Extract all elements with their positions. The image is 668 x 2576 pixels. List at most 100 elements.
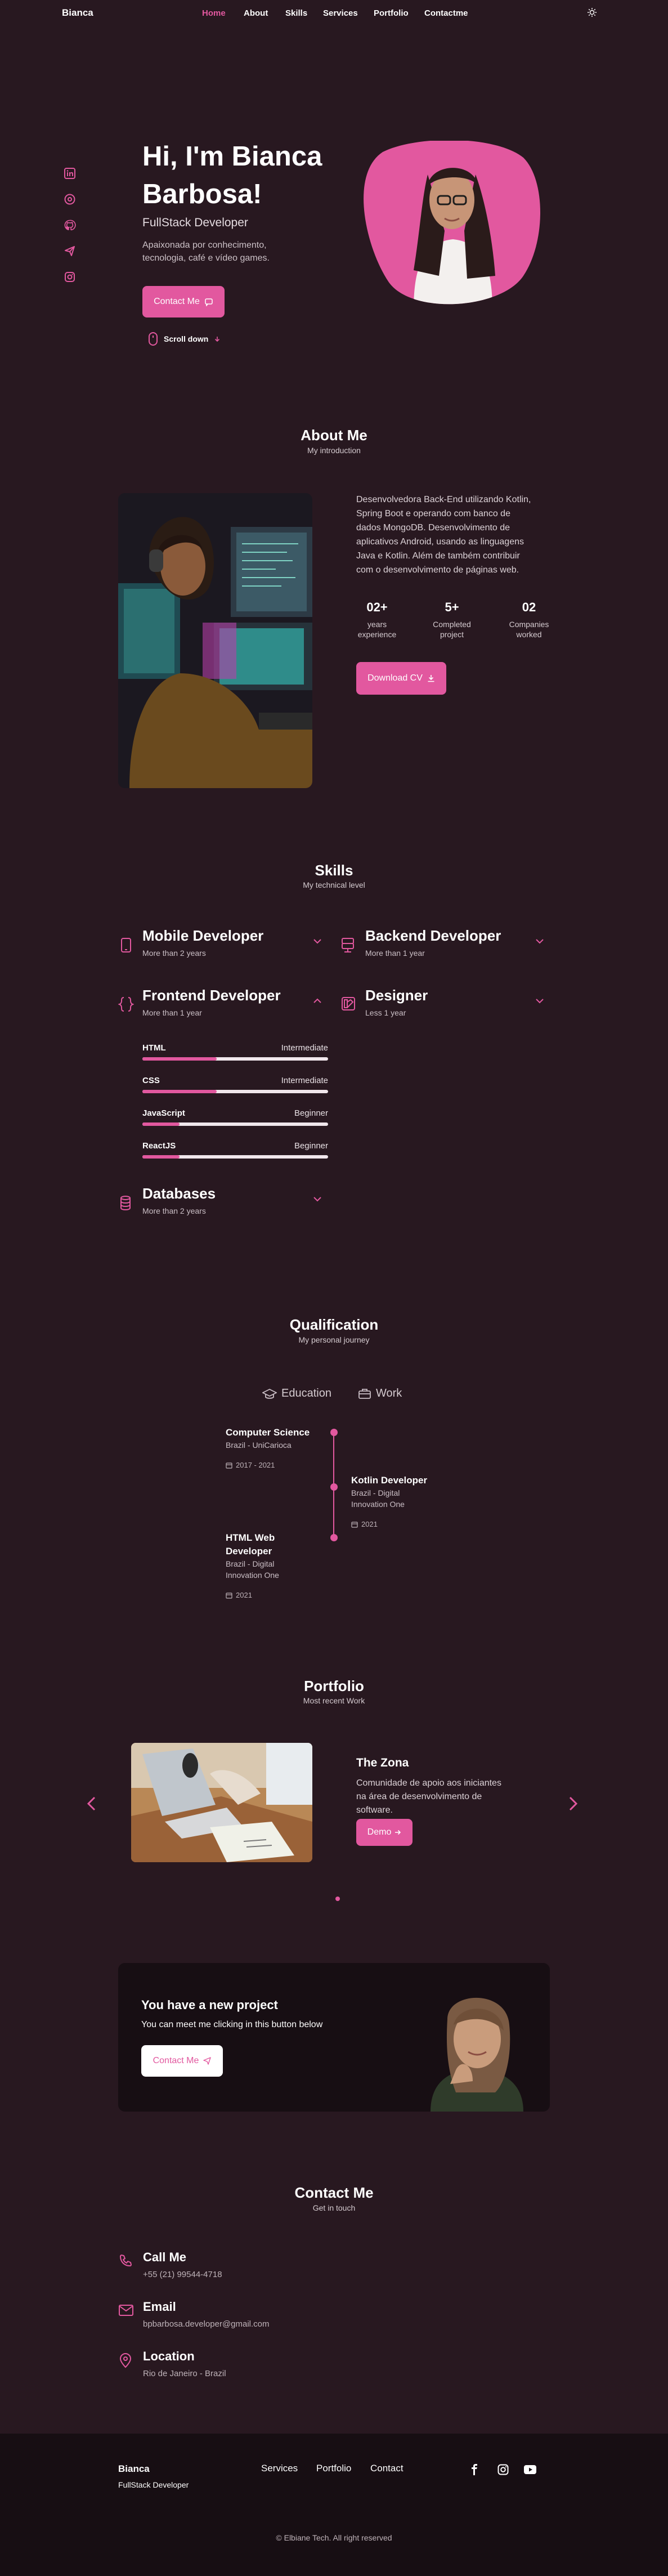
- site-header: Bianca Home About Skills Services Portfo…: [0, 0, 668, 25]
- smartphone-icon: [120, 937, 132, 953]
- qualification-item-title: Developer: [226, 1546, 272, 1557]
- contact-subtitle: Get in touch: [312, 2203, 356, 2212]
- skill-bar-fill: [142, 1122, 180, 1126]
- skill-group-databases[interactable]: Databases More than 2 years: [118, 1184, 326, 1218]
- skill-group-frontend[interactable]: Frontend Developer More than 1 year: [118, 986, 326, 1019]
- download-cv-button[interactable]: Download CV: [356, 662, 446, 695]
- footer-link-services[interactable]: Services: [261, 2463, 298, 2474]
- demo-button[interactable]: Demo: [356, 1819, 413, 1846]
- about-description: Desenvolvedora Back-End utilizando Kotli…: [356, 493, 531, 577]
- arrow-down-icon: [214, 336, 221, 342]
- portfolio-description-line: software.: [356, 1805, 393, 1815]
- qualification-subtitle: My personal journey: [298, 1335, 370, 1344]
- nav-portfolio[interactable]: Portfolio: [374, 8, 409, 18]
- send-icon[interactable]: [64, 245, 76, 257]
- project-banner-subtitle: You can meet me clicking in this button …: [141, 2020, 323, 2029]
- timeline-dot: [330, 1429, 338, 1436]
- hero-title-line1: Hi, I'm Bianca: [142, 141, 322, 172]
- stat-projects: 5+ Completed project: [424, 600, 480, 639]
- contact-me-label: Contact Me: [154, 297, 200, 306]
- arrow-right-icon[interactable]: [568, 1796, 579, 1812]
- qualification-item-sub: Innovation One: [351, 1500, 405, 1509]
- qualification-item: Kotlin Developer Brazil - Digital Innova…: [351, 1474, 447, 1528]
- chevron-down-icon[interactable]: [313, 938, 322, 944]
- facebook-icon[interactable]: [470, 2464, 479, 2475]
- qualification-item-title: Kotlin Developer: [351, 1475, 428, 1486]
- skill-bar-track: [142, 1090, 328, 1093]
- stat-label-line2: experience: [357, 630, 397, 639]
- skill-group-sub: More than 1 year: [142, 1008, 202, 1017]
- skill-bar-level: Intermediate: [281, 1043, 328, 1053]
- about-image: [118, 493, 312, 788]
- nav-skills[interactable]: Skills: [285, 8, 307, 18]
- stat-value: 5+: [445, 600, 459, 614]
- stat-label-line2: project: [440, 630, 464, 639]
- calendar-icon: [226, 1462, 232, 1469]
- chevron-down-icon[interactable]: [535, 938, 544, 944]
- skill-bar-fill: [142, 1057, 217, 1061]
- project-banner-contact-label: Contact Me: [153, 2056, 199, 2065]
- skill-group-title: Backend Developer: [365, 927, 501, 944]
- about-description-line: aplicativos Android, usando as linguagen…: [356, 537, 524, 547]
- qualification-item-date: 2017 - 2021: [226, 1461, 321, 1469]
- skill-bar-track: [142, 1155, 328, 1159]
- contact-item-value: +55 (21) 99544-4718: [143, 2270, 222, 2279]
- hero-subtitle: FullStack Developer: [142, 216, 248, 229]
- footer-link-contact[interactable]: Contact: [370, 2463, 404, 2474]
- calendar-icon: [226, 1592, 232, 1599]
- braces-icon: [118, 996, 134, 1013]
- portfolio-description-line: na área de desenvolvimento de: [356, 1792, 482, 1801]
- logo[interactable]: Bianca: [62, 7, 93, 19]
- skills-subtitle: My technical level: [303, 880, 365, 889]
- qualification-item-title: Computer Science: [226, 1427, 310, 1438]
- skill-group-backend[interactable]: Backend Developer More than 1 year: [341, 926, 549, 960]
- instagram-icon[interactable]: [497, 2464, 509, 2475]
- youtube-icon[interactable]: [524, 2465, 536, 2475]
- instagram-icon[interactable]: [64, 271, 76, 283]
- tab-education[interactable]: Education: [262, 1387, 331, 1400]
- chevron-up-icon[interactable]: [313, 998, 322, 1004]
- mail-icon: [118, 2304, 134, 2316]
- project-banner-title: You have a new project: [141, 1998, 278, 2012]
- skill-group-sub: More than 2 years: [142, 949, 206, 958]
- skill-group-designer[interactable]: Designer Less 1 year: [341, 986, 549, 1019]
- stat-label-line1: Completed: [433, 620, 471, 629]
- chevron-down-icon[interactable]: [535, 998, 544, 1004]
- nav-home[interactable]: Home: [202, 8, 226, 18]
- nav-contactme[interactable]: Contactme: [424, 8, 468, 18]
- dribbble-icon[interactable]: [64, 193, 76, 205]
- tab-work-label: Work: [376, 1387, 402, 1399]
- download-cv-label: Download CV: [367, 673, 423, 683]
- calendar-icon: [351, 1521, 358, 1528]
- contact-me-button[interactable]: Contact Me: [142, 286, 225, 317]
- timeline-dot: [330, 1483, 338, 1491]
- linkedin-icon[interactable]: [64, 167, 76, 180]
- scroll-down-link[interactable]: Scroll down: [148, 332, 221, 346]
- skill-bar-html: HTML Intermediate: [142, 1043, 328, 1061]
- skill-bar-fill: [142, 1090, 217, 1093]
- stat-label-line1: Companies: [509, 620, 549, 629]
- sun-icon[interactable]: [588, 8, 597, 17]
- qualification-title: Qualification: [289, 1316, 379, 1333]
- chevron-down-icon[interactable]: [313, 1196, 322, 1202]
- footer-name: Bianca: [118, 2463, 150, 2474]
- arrow-left-icon[interactable]: [86, 1796, 96, 1812]
- github-icon[interactable]: [64, 219, 76, 231]
- nav-services[interactable]: Services: [323, 8, 358, 18]
- footer-link-portfolio[interactable]: Portfolio: [316, 2463, 351, 2474]
- qualification-date-text: 2021: [361, 1520, 378, 1528]
- contact-item-title: Email: [143, 2300, 176, 2314]
- skill-group-sub: Less 1 year: [365, 1008, 406, 1017]
- skill-bar-css: CSS Intermediate: [142, 1076, 328, 1093]
- skill-group-title: Databases: [142, 1185, 216, 1202]
- portfolio-title: Portfolio: [304, 1678, 364, 1694]
- nav-about[interactable]: About: [244, 8, 268, 18]
- database-icon: [119, 1195, 132, 1211]
- tab-work[interactable]: Work: [358, 1387, 402, 1400]
- carousel-dot[interactable]: [335, 1897, 340, 1901]
- portfolio-project-description: Comunidade de apoio aos iniciantes na ár…: [356, 1777, 501, 1817]
- project-banner-contact-button[interactable]: Contact Me: [141, 2045, 223, 2077]
- portfolio-project-title: The Zona: [356, 1756, 409, 1769]
- skill-group-mobile[interactable]: Mobile Developer More than 2 years: [118, 926, 326, 960]
- stat-label-line1: years: [367, 620, 387, 629]
